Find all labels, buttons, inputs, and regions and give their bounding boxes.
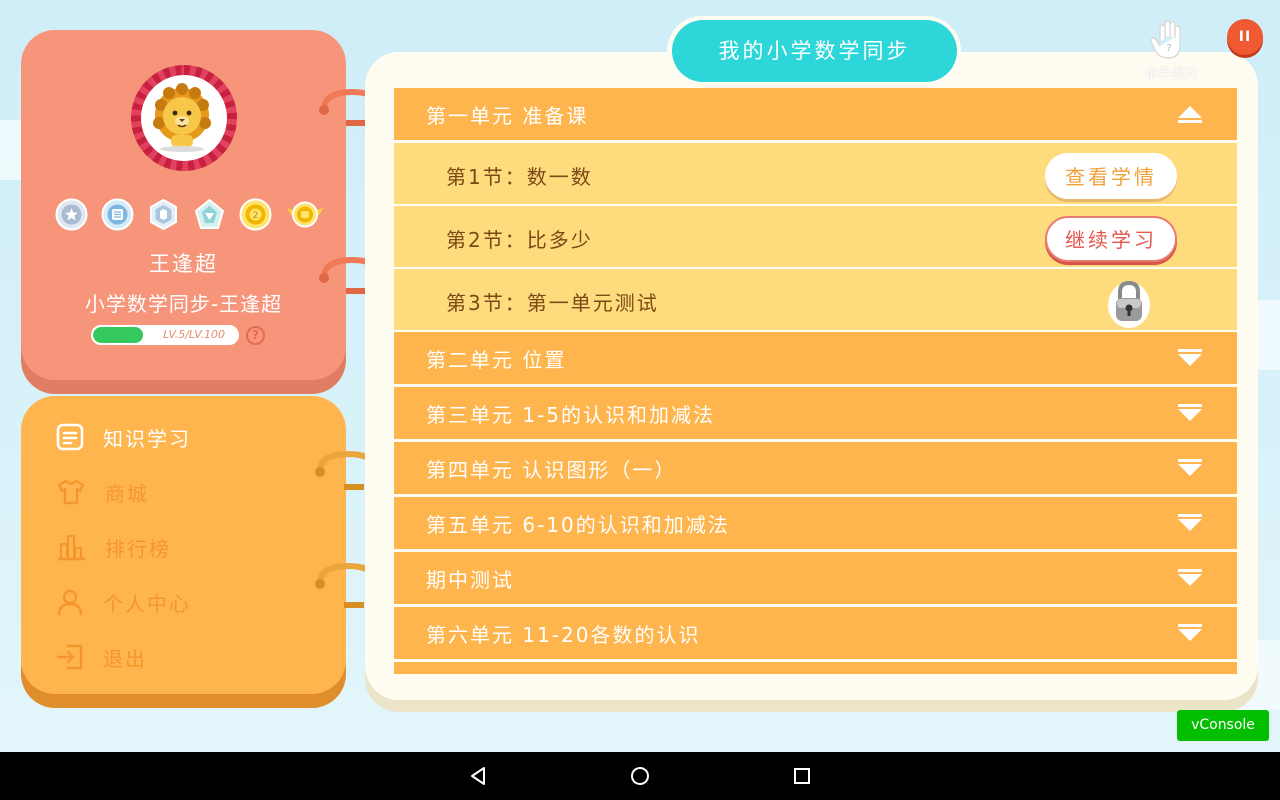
menu-item-label: 退出 [103,646,147,671]
menu-item-label: 商城 [105,481,149,506]
unit-row[interactable]: 第二单元 位置 [394,332,1237,387]
expand-arrow-icon[interactable] [1177,348,1203,368]
home-icon[interactable] [628,764,652,788]
lesson-label: 第2节：比多少 [446,228,593,252]
gold-coin-medal-icon[interactable]: 2 [239,198,272,231]
unit-row[interactable]: 第一单元 准备课 [394,88,1237,143]
user-name: 王逢超 [149,252,218,276]
unit-list[interactable]: 第一单元 准备课 第1节：数一数 查看学情 第2节：比多少 继续学习 第3节：第… [394,88,1237,688]
notebook-icon [56,423,84,451]
vconsole-button[interactable]: vConsole [1177,710,1269,741]
unit-label: 第四单元 认识图形（一） [426,457,677,482]
diamond-medal-icon[interactable] [193,198,226,231]
level-progress-fill [93,327,144,343]
unit-row[interactable]: 第五单元 6-10的认识和加减法 [394,497,1237,552]
back-icon[interactable] [466,764,490,788]
unit-row[interactable]: 第六单元 11-20各数的认识 [394,607,1237,662]
lesson-label: 第3节：第一单元测试 [446,291,659,315]
recents-icon[interactable] [790,764,814,788]
menu-item-label: 排行榜 [105,536,171,561]
unit-label: 第二单元 位置 [426,347,567,372]
menu-item-knowledge-learning[interactable]: 知识学习 [55,417,191,457]
menu-item-leaderboard[interactable]: 排行榜 [55,527,171,567]
collapse-arrow-icon[interactable] [1177,104,1203,124]
level-text: LV.5/LV.100 [163,328,225,341]
menu-item-shop[interactable]: 商城 [55,472,149,512]
svg-text:?: ? [1166,43,1171,54]
expand-arrow-icon[interactable] [1177,403,1203,423]
shirt-icon [57,479,85,505]
page-title: 我的小学数学同步 [672,20,957,82]
unit-label: 第五单元 6-10的认识和加减法 [426,512,730,537]
menu-item-label: 个人中心 [103,591,191,616]
hexagon-medal-icon[interactable] [147,198,180,231]
lesson-row[interactable]: 第1节：数一数 查看学情 [394,143,1237,206]
unit-label: 第六单元 11-20各数的认识 [426,622,701,647]
bar-chart-icon [58,534,85,561]
lion-avatar-icon [153,83,211,152]
avatar[interactable] [141,75,227,161]
level-progress-bar: LV.5/LV.100 [91,325,239,345]
unit-label: 第三单元 1-5的认识和加减法 [426,402,716,427]
menu-item-profile[interactable]: 个人中心 [55,582,191,622]
lesson-label: 第1节：数一数 [446,165,593,189]
user-subtitle: 小学数学同步-王逢超 [84,292,283,316]
unit-label: 第一单元 准备课 [426,103,589,128]
unit-row[interactable]: 第四单元 认识图形（一） [394,442,1237,497]
continue-learning-button[interactable]: 继续学习 [1045,215,1177,262]
svg-text:2: 2 [253,211,259,221]
menu-item-logout[interactable]: 退出 [55,637,147,677]
raise-hand-label: 举手提问 [1144,67,1197,82]
expand-arrow-icon[interactable] [1177,513,1203,533]
expand-arrow-icon[interactable] [1177,568,1203,588]
unit-row-partial[interactable] [394,662,1237,674]
profile-card: 2 王逢超 小学数学同步-王逢超 LV.5/LV.100 ? [21,30,346,380]
side-menu: 知识学习 商城 排行榜 个人中心 退出 [21,396,346,694]
lock-icon [1107,275,1151,329]
expand-arrow-icon[interactable] [1177,623,1203,643]
view-progress-button[interactable]: 查看学情 [1045,152,1177,199]
logout-icon [56,644,83,670]
pause-button[interactable]: II [1227,19,1263,55]
raise-hand-icon[interactable]: ? [1148,20,1190,60]
system-nav-bar [0,752,1280,800]
expand-arrow-icon[interactable] [1177,458,1203,478]
grid-medal-icon[interactable] [101,198,134,231]
menu-item-label: 知识学习 [103,426,191,451]
level-help-icon[interactable]: ? [246,326,265,345]
unit-row[interactable]: 期中测试 [394,552,1237,607]
unit-label: 期中测试 [426,567,514,592]
badge-row: 2 [55,198,325,231]
star-medal-icon[interactable] [55,198,88,231]
lesson-row[interactable]: 第3节：第一单元测试 [394,269,1237,332]
person-icon [57,589,83,616]
lesson-row[interactable]: 第2节：比多少 继续学习 [394,206,1237,269]
winged-gold-medal-icon[interactable] [285,198,325,231]
unit-row[interactable]: 第三单元 1-5的认识和加减法 [394,387,1237,442]
